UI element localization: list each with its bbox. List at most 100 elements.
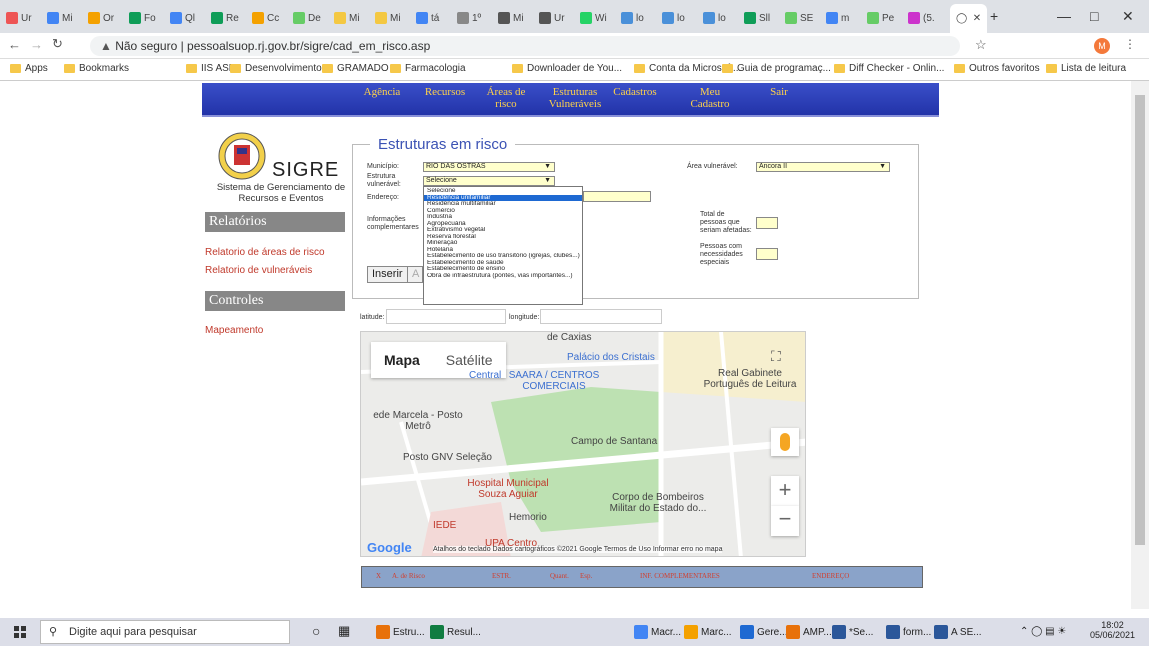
- nav-item[interactable]: Agência: [357, 86, 407, 98]
- bookmark-item[interactable]: Downloader de You...: [512, 63, 622, 74]
- new-tab-icon[interactable]: +: [990, 8, 998, 24]
- total-pessoas-input[interactable]: [756, 217, 778, 229]
- scrollbar-thumb[interactable]: [1135, 95, 1145, 545]
- back-icon[interactable]: ←: [8, 37, 21, 52]
- menu-icon[interactable]: ⋮: [1124, 37, 1136, 51]
- browser-tab[interactable]: Mi: [334, 8, 360, 28]
- browser-tab[interactable]: Pe: [867, 8, 894, 28]
- taskbar-app[interactable]: Resul...: [430, 625, 481, 639]
- browser-tab[interactable]: SE: [785, 8, 813, 28]
- bookmark-item[interactable]: Bookmarks: [64, 63, 129, 74]
- browser-tab[interactable]: Cc: [252, 8, 279, 28]
- bookmarks-bar: Apps Bookmarks IIS ASP Desenvolvimento GRAMA…: [0, 59, 1149, 81]
- bookmark-item[interactable]: IIS ASP: [186, 63, 235, 74]
- link-relatorio-areas[interactable]: Relatorio de áreas de risco: [205, 247, 325, 258]
- browser-tab[interactable]: lo: [703, 8, 726, 28]
- tab-label: Ur: [21, 12, 32, 24]
- inserir-button[interactable]: Inserir: [367, 266, 408, 283]
- task-view-icon[interactable]: ▦: [338, 623, 350, 639]
- close-icon[interactable]: ✕: [1122, 8, 1134, 25]
- taskbar-app[interactable]: A SE...: [934, 625, 982, 639]
- profile-avatar[interactable]: M: [1094, 38, 1110, 54]
- street-view-pegman-icon[interactable]: [771, 428, 799, 456]
- browser-tab[interactable]: Ur: [539, 8, 565, 28]
- latitude-input[interactable]: [386, 309, 506, 324]
- map-type-mapa[interactable]: Mapa: [371, 342, 433, 378]
- reload-icon[interactable]: ↻: [52, 36, 63, 52]
- bookmark-item[interactable]: Lista de leitura: [1046, 63, 1126, 74]
- bookmark-item[interactable]: Desenvolvimento: [230, 63, 322, 74]
- link-mapeamento[interactable]: Mapeamento: [205, 325, 263, 336]
- browser-tab[interactable]: Or: [88, 8, 114, 28]
- browser-tab[interactable]: lo: [621, 8, 644, 28]
- taskbar-search-input[interactable]: ⚲ Digite aqui para pesquisar: [40, 620, 290, 644]
- forward-icon[interactable]: →: [30, 37, 43, 52]
- bookmark-item[interactable]: Guia de programaç...: [722, 63, 831, 74]
- taskbar-app[interactable]: *Se...: [832, 625, 873, 639]
- tab-label: Fo: [144, 12, 156, 24]
- bookmark-item[interactable]: Outros favoritos: [954, 63, 1040, 74]
- clock[interactable]: 18:02 05/06/2021: [1090, 620, 1135, 640]
- bookmark-item[interactable]: Apps: [10, 63, 48, 74]
- taskbar-app[interactable]: Gere...: [740, 625, 788, 639]
- dropdown-option[interactable]: Obra de infraestrutura (pontes, vias imp…: [424, 273, 582, 280]
- tab-label: Re: [226, 12, 239, 24]
- browser-tab[interactable]: Fo: [129, 8, 156, 28]
- tab-favicon-icon: [621, 12, 633, 24]
- browser-tab[interactable]: Ql: [170, 8, 195, 28]
- browser-tab[interactable]: (5.: [908, 8, 935, 28]
- taskbar-app-label: Marc...: [701, 626, 732, 638]
- browser-tab-active[interactable]: ◯ ✕: [950, 4, 988, 33]
- taskbar-app[interactable]: Marc...: [684, 625, 732, 639]
- nav-item[interactable]: Cadastros: [610, 86, 660, 98]
- browser-tab[interactable]: Wi: [580, 8, 607, 28]
- tab-favicon-icon: [580, 12, 592, 24]
- tray-icons[interactable]: ⌃ ◯ ▤ ☀: [1020, 626, 1066, 637]
- tab-label: Mi: [390, 12, 401, 24]
- fullscreen-icon[interactable]: ⛶: [771, 348, 781, 365]
- cortana-icon[interactable]: ○: [312, 623, 320, 639]
- zoom-out-icon[interactable]: −: [771, 506, 799, 536]
- nav-item[interactable]: Estruturas Vulneráveis: [544, 86, 606, 110]
- browser-tab[interactable]: Mi: [498, 8, 524, 28]
- browser-tab[interactable]: lo: [662, 8, 685, 28]
- browser-tab[interactable]: m: [826, 8, 849, 28]
- pessoas-especiais-input[interactable]: [756, 248, 778, 260]
- nav-item[interactable]: Meu Cadastro: [688, 86, 732, 110]
- browser-tab[interactable]: De: [293, 8, 321, 28]
- nav-item[interactable]: Sair: [754, 86, 804, 98]
- link-relatorio-vulneraveis[interactable]: Relatorio de vulneráveis: [205, 265, 312, 276]
- browser-tab[interactable]: 1º: [457, 8, 481, 28]
- endereco-input[interactable]: [583, 191, 651, 202]
- maximize-icon[interactable]: □: [1090, 8, 1098, 24]
- nav-item[interactable]: Recursos: [420, 86, 470, 98]
- url-input[interactable]: ▲ Não seguro | pessoalsuop.rj.gov.br/sig…: [90, 36, 960, 56]
- browser-tab[interactable]: Mi: [375, 8, 401, 28]
- estrutura-value: Selecione: [426, 177, 457, 184]
- bookmark-item[interactable]: Diff Checker - Onlin...: [834, 63, 944, 74]
- longitude-input[interactable]: [540, 309, 662, 324]
- bookmark-item[interactable]: Farmacologia: [390, 63, 466, 74]
- zoom-in-icon[interactable]: +: [771, 476, 799, 506]
- taskbar-app[interactable]: Estru...: [376, 625, 425, 639]
- bookmark-item[interactable]: GRAMADO: [322, 63, 389, 74]
- taskbar-app[interactable]: Macr...: [634, 625, 681, 639]
- municipio-select[interactable]: RIO DAS OSTRAS ▼: [423, 162, 555, 172]
- minimize-icon[interactable]: —: [1057, 8, 1071, 24]
- taskbar-app[interactable]: AMP...: [786, 625, 832, 639]
- windows-start-icon[interactable]: [14, 626, 26, 638]
- taskbar-app[interactable]: form...: [886, 625, 931, 639]
- star-icon[interactable]: ☆: [975, 37, 987, 53]
- nav-item[interactable]: Áreas de risco: [484, 86, 528, 110]
- page-scrollbar[interactable]: [1131, 81, 1149, 609]
- alterar-button-partial[interactable]: A: [407, 266, 423, 283]
- browser-tab[interactable]: Mi: [47, 8, 73, 28]
- browser-tab[interactable]: tá: [416, 8, 439, 28]
- estrutura-select[interactable]: Selecione ▼: [423, 176, 555, 186]
- tab-close-icon[interactable]: ✕: [973, 13, 981, 24]
- browser-tab[interactable]: Re: [211, 8, 239, 28]
- browser-tab[interactable]: Ur: [6, 8, 32, 28]
- google-map[interactable]: Mapa Satélite de Caxias Palácio dos Crist…: [360, 331, 806, 557]
- browser-tab[interactable]: Sll: [744, 8, 770, 28]
- area-select[interactable]: Ancora II ▼: [756, 162, 890, 172]
